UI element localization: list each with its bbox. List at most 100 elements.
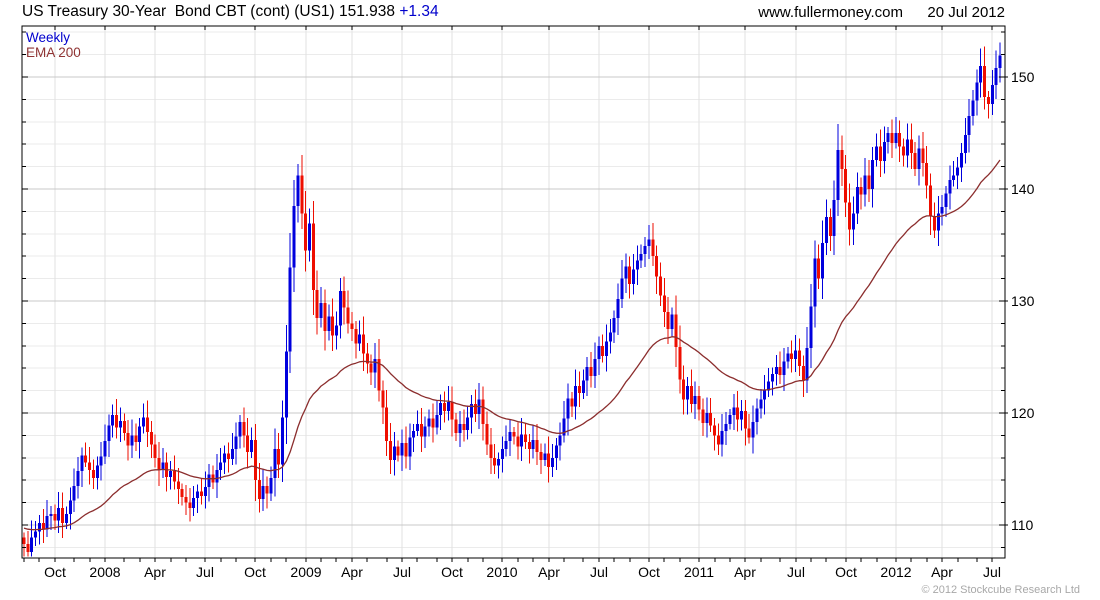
up-candle-body — [261, 485, 265, 500]
up-candle-body — [80, 455, 84, 472]
up-candle-body — [624, 266, 628, 279]
up-candle-body — [759, 399, 763, 409]
down-candle-body — [265, 485, 269, 494]
down-candle-body — [736, 407, 740, 420]
up-candle-body — [686, 386, 690, 400]
down-candle-body — [747, 428, 751, 438]
up-candle-body — [728, 415, 732, 425]
down-candle-body — [226, 453, 230, 459]
down-candle-body — [91, 470, 95, 478]
up-candle-body — [554, 445, 558, 458]
up-candle-body — [496, 458, 500, 466]
up-candle-body — [882, 141, 886, 161]
x-axis-labels: Oct 2008 Apr Jul Oct 2009 Apr Jul Oct 2010 Apr Jul O… — [44, 564, 1001, 580]
down-candle-body — [682, 379, 686, 400]
up-candle-body — [458, 424, 462, 434]
down-candle-body — [246, 435, 250, 453]
up-candle-body — [338, 290, 342, 326]
up-candle-body — [72, 485, 76, 501]
down-candle-body — [22, 537, 26, 545]
up-candle-body — [597, 345, 601, 360]
up-candle-body — [64, 513, 68, 523]
x-axis-tick-label: 2008 — [89, 564, 120, 580]
down-candle-body — [651, 239, 655, 257]
up-candle-body — [215, 470, 219, 483]
down-candle-body — [253, 439, 257, 481]
up-candle-body — [230, 448, 234, 459]
up-candle-body — [616, 298, 620, 318]
up-candle-body — [234, 436, 238, 449]
up-candle-body — [751, 421, 755, 438]
down-candle-body — [539, 452, 543, 461]
up-candle-body — [319, 303, 323, 318]
up-candle-body — [392, 446, 396, 461]
down-candle-body — [817, 258, 821, 279]
up-candle-body — [543, 453, 547, 461]
up-candle-body — [813, 258, 817, 307]
up-candle-body — [57, 508, 61, 521]
down-candle-body — [828, 217, 832, 237]
up-candle-body — [581, 380, 585, 393]
up-candle-body — [192, 498, 196, 509]
legend-ema-label: EMA 200 — [26, 45, 81, 60]
x-axis-tick-label: Apr — [538, 564, 560, 580]
down-candle-body — [674, 314, 678, 347]
instrument-and-price: US Treasury 30-Year Bond CBT (cont) (US1… — [22, 3, 396, 20]
down-candle-body — [369, 363, 373, 373]
down-candle-body — [149, 432, 153, 445]
x-axis-tick-label: Oct — [638, 564, 660, 580]
down-candle-body — [790, 353, 794, 360]
up-candle-body — [373, 359, 377, 373]
down-candle-body — [516, 436, 520, 447]
down-candle-body — [277, 448, 281, 465]
up-candle-body — [169, 471, 173, 477]
down-candle-body — [512, 432, 516, 437]
down-candle-body — [925, 163, 929, 186]
up-candle-body — [990, 84, 994, 104]
up-candle-body — [95, 465, 99, 478]
x-axis-tick-label: Oct — [44, 564, 66, 580]
down-candle-body — [628, 266, 632, 285]
up-candle-body — [855, 186, 859, 214]
down-candle-body — [890, 133, 894, 144]
down-candle-body — [578, 386, 582, 393]
up-candle-body — [207, 474, 211, 487]
up-candle-body — [836, 149, 840, 201]
up-candle-body — [956, 167, 960, 176]
copyright-notice: © 2012 Stockcube Research Ltd — [921, 584, 1080, 596]
up-candle-body — [111, 415, 115, 426]
down-candle-body — [385, 407, 389, 441]
down-candle-body — [797, 350, 801, 366]
down-candle-body — [844, 168, 848, 203]
up-candle-body — [427, 418, 431, 427]
up-candle-body — [196, 491, 200, 499]
up-candle-body — [34, 531, 38, 538]
down-candle-body — [199, 491, 203, 496]
up-candle-body — [871, 159, 875, 189]
up-candle-body — [574, 386, 578, 407]
chart-title: US Treasury 30-Year Bond CBT (cont) (US1… — [22, 3, 439, 21]
down-candle-body — [659, 276, 663, 296]
up-candle-body — [408, 437, 412, 457]
down-candle-body — [655, 256, 659, 277]
up-candle-body — [794, 350, 798, 360]
y-axis-tick-label: 140 — [1011, 181, 1035, 197]
down-candle-body — [983, 65, 987, 98]
up-candle-body — [705, 413, 709, 424]
up-candle-body — [670, 314, 674, 329]
up-candle-body — [963, 135, 967, 154]
down-candle-body — [442, 402, 446, 411]
down-candle-body — [929, 185, 933, 216]
down-candle-body — [126, 433, 130, 446]
down-candle-body — [709, 413, 713, 426]
up-candle-body — [612, 317, 616, 333]
down-candle-body — [450, 401, 454, 420]
down-candle-body — [53, 513, 57, 521]
up-candle-body — [118, 420, 122, 428]
up-candle-body — [203, 486, 207, 496]
down-candle-body — [315, 289, 319, 318]
up-candle-body — [219, 462, 223, 471]
up-candle-body — [327, 316, 331, 332]
down-candle-body — [157, 457, 161, 471]
down-candle-body — [716, 435, 720, 445]
